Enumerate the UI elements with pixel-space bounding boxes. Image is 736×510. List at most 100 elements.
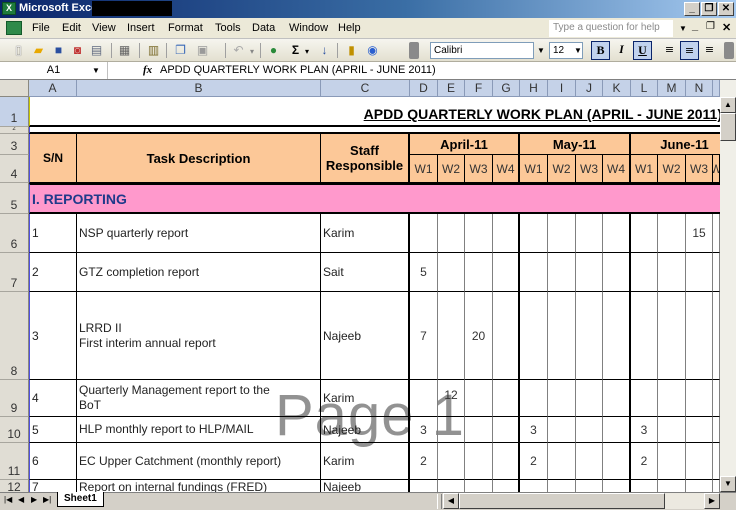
scroll-right-button[interactable]: ▶ [704,493,720,509]
column-header-j[interactable]: J [576,80,603,97]
week-cell[interactable] [493,443,520,480]
menu-insert[interactable]: Insert [127,22,155,34]
first-sheet-button[interactable]: |◀ [4,495,12,504]
row-header-5[interactable]: 5 [0,183,29,214]
italic-button[interactable]: I [612,41,631,60]
week-cell[interactable] [493,417,520,443]
week-cell[interactable] [686,292,713,380]
header-week-12[interactable]: W [713,155,720,183]
week-cell[interactable] [493,292,520,380]
week-cell[interactable] [603,417,631,443]
week-cell[interactable] [658,443,686,480]
week-cell[interactable] [465,417,493,443]
week-cell[interactable] [658,253,686,292]
menu-file[interactable]: File [32,22,50,34]
row-header-6[interactable]: 6 [0,214,29,253]
spacer-row[interactable] [29,127,720,134]
menu-data[interactable]: Data [252,22,275,34]
week-cell[interactable] [410,214,438,253]
next-sheet-button[interactable]: ▶ [31,495,37,504]
week-cell[interactable] [713,214,720,253]
formula-input[interactable]: APDD QUARTERLY WORK PLAN (APRIL - JUNE 2… [160,64,436,76]
week-cell[interactable] [465,480,493,492]
row-header-4[interactable]: 4 [0,155,29,183]
task-sn[interactable]: 1 [29,214,77,253]
column-header-d[interactable]: D [410,80,438,97]
week-cell[interactable]: 5 [410,253,438,292]
align-center-button[interactable]: ≡ [680,41,699,60]
column-header-m[interactable]: M [658,80,686,97]
row-header-8[interactable]: 8 [0,292,29,380]
header-task-description[interactable]: Task Description [77,134,321,183]
header-week-9[interactable]: W1 [631,155,658,183]
week-cell[interactable] [438,253,465,292]
header-week-6[interactable]: W2 [548,155,576,183]
task-staff[interactable]: Karim [321,443,410,480]
week-cell[interactable] [603,380,631,417]
undo-icon[interactable]: ↶ [230,42,247,59]
week-cell[interactable] [686,253,713,292]
scroll-up-button[interactable]: ▲ [720,97,736,113]
spreadsheet-grid[interactable]: A B C D E F G H I J K L M N 1 2 3 4 5 6 … [0,80,720,492]
week-cell[interactable] [658,214,686,253]
week-cell[interactable]: 20 [465,292,493,380]
week-cell[interactable] [631,253,658,292]
header-month-may[interactable]: May-11 [520,134,631,155]
week-cell[interactable] [548,443,576,480]
task-sn[interactable]: 7 [29,480,77,492]
week-cell[interactable]: 12 [438,380,465,417]
title-cell[interactable]: APDD QUARTERLY WORK PLAN (APRIL - JUNE 2… [29,97,720,127]
menu-help[interactable]: Help [338,22,361,34]
week-cell[interactable]: 2 [631,443,658,480]
week-cell[interactable] [686,480,713,492]
header-staff-responsible[interactable]: Staff Responsible [321,134,410,183]
week-cell[interactable] [465,443,493,480]
week-cell[interactable] [576,480,603,492]
task-description[interactable]: HLP monthly report to HLP/MAIL [77,417,321,443]
task-description[interactable]: NSP quarterly report [77,214,321,253]
week-cell[interactable] [631,214,658,253]
week-cell[interactable] [520,480,548,492]
week-cell[interactable]: 15 [686,214,713,253]
task-sn[interactable]: 4 [29,380,77,417]
open-icon[interactable]: ▰ [30,42,47,59]
week-cell[interactable] [658,292,686,380]
doc-minimize-button[interactable]: _ [692,20,698,32]
help-search-input[interactable]: Type a question for help [549,20,673,37]
week-cell[interactable] [438,214,465,253]
column-header-i[interactable]: I [548,80,576,97]
task-staff[interactable]: Sait [321,253,410,292]
header-week-1[interactable]: W1 [410,155,438,183]
week-cell[interactable] [520,253,548,292]
align-right-button[interactable]: ≡ [700,41,719,60]
week-cell[interactable] [576,253,603,292]
week-cell[interactable] [548,214,576,253]
header-sn[interactable]: S/N [29,134,77,183]
row-header-7[interactable]: 7 [0,253,29,292]
week-cell[interactable]: 3 [520,417,548,443]
undo-dropdown-icon[interactable]: ▾ [250,47,254,56]
week-cell[interactable] [548,480,576,492]
last-sheet-button[interactable]: ▶| [43,495,51,504]
header-week-2[interactable]: W2 [438,155,465,183]
row-header-12[interactable]: 12 [0,480,29,492]
week-cell[interactable] [713,417,720,443]
column-header-l[interactable]: L [631,80,658,97]
week-cell[interactable] [686,443,713,480]
week-cell[interactable] [410,380,438,417]
vertical-scroll-thumb[interactable] [720,113,736,141]
week-cell[interactable] [465,380,493,417]
align-left-button[interactable]: ≡ [660,41,679,60]
section-reporting[interactable]: I. REPORTING [29,183,720,214]
column-header-k[interactable]: K [603,80,631,97]
week-cell[interactable] [548,417,576,443]
week-cell[interactable] [686,417,713,443]
week-cell[interactable] [631,292,658,380]
week-cell[interactable] [658,480,686,492]
column-header-h[interactable]: H [520,80,548,97]
sort-ascending-icon[interactable]: ↓ [316,42,333,59]
header-week-10[interactable]: W2 [658,155,686,183]
week-cell[interactable] [576,443,603,480]
week-cell[interactable] [520,292,548,380]
week-cell[interactable] [438,443,465,480]
